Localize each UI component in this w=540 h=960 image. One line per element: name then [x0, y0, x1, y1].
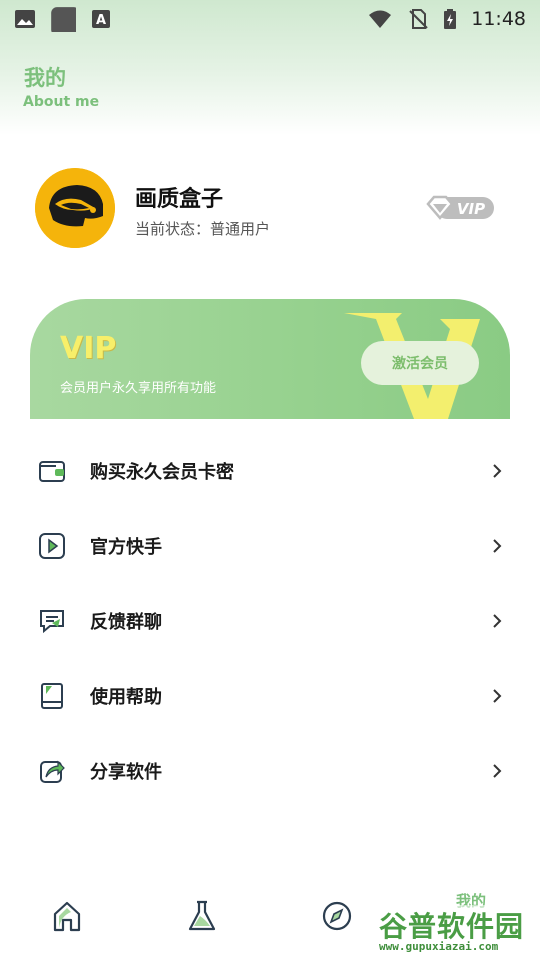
vip-badge: VIP	[426, 195, 494, 220]
avatar[interactable]	[35, 168, 115, 248]
vip-title: VIP	[60, 331, 117, 366]
status-bar: A 11:48	[0, 0, 540, 38]
helmet-icon	[35, 168, 115, 248]
battery-charging-icon	[444, 9, 457, 29]
chevron-right-icon	[493, 613, 502, 628]
app-square-icon	[51, 7, 76, 32]
activate-vip-button[interactable]: 激活会员	[361, 341, 479, 385]
vip-badge-text: VIP	[457, 200, 485, 218]
image-icon	[15, 10, 35, 28]
chat-icon	[40, 609, 64, 633]
vip-banner[interactable]: V VIP 会员用户永久享用所有功能 激活会员	[30, 299, 510, 419]
page-title: 我的	[24, 66, 66, 90]
profile-status: 当前状态：普通用户	[135, 220, 271, 238]
menu-label: 分享软件	[90, 761, 162, 783]
menu-item-share[interactable]: 分享软件	[0, 733, 540, 808]
status-time: 11:48	[471, 8, 526, 30]
menu-label: 购买永久会员卡密	[90, 461, 234, 483]
menu-label: 官方快手	[90, 536, 162, 558]
compass-icon[interactable]	[317, 896, 357, 936]
home-icon[interactable]	[47, 896, 87, 936]
menu-item-buy-card[interactable]: 购买永久会员卡密	[0, 433, 540, 508]
menu-item-help[interactable]: 使用帮助	[0, 658, 540, 733]
flask-icon[interactable]	[182, 896, 222, 936]
menu-item-feedback[interactable]: 反馈群聊	[0, 583, 540, 658]
share-icon	[40, 760, 65, 783]
menu-label: 使用帮助	[90, 686, 162, 708]
menu-label: 反馈群聊	[90, 611, 162, 633]
svg-text:A: A	[96, 13, 106, 28]
profile-name: 画质盒子	[135, 187, 224, 212]
vip-description: 会员用户永久享用所有功能	[60, 381, 217, 396]
menu-item-kuaishou[interactable]: 官方快手	[0, 508, 540, 583]
wallet-icon	[39, 460, 65, 482]
no-sim-icon	[409, 9, 428, 29]
font-a-icon: A	[92, 10, 110, 28]
vip-decor-letter: V	[310, 299, 311, 300]
chevron-right-icon	[493, 463, 502, 478]
chevron-right-icon	[493, 763, 502, 778]
wifi-icon	[369, 10, 392, 28]
play-video-icon	[39, 532, 65, 559]
chevron-right-icon	[493, 688, 502, 703]
chevron-right-icon	[493, 538, 502, 553]
watermark-title: 谷普软件园	[379, 910, 525, 943]
book-icon	[41, 682, 63, 709]
watermark: 谷普软件园 www.gupuxiazai.com	[375, 905, 537, 957]
watermark-url: www.gupuxiazai.com	[379, 940, 499, 953]
page-subtitle: About me	[23, 94, 100, 110]
